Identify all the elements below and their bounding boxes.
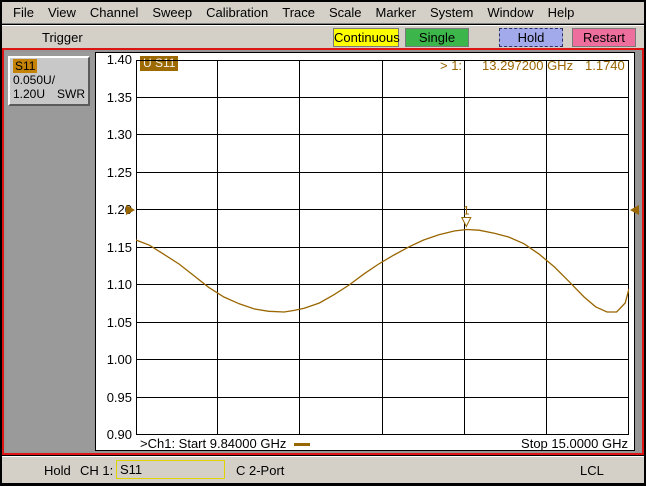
measurement-indicator: S11 [120,462,143,477]
start-frequency-text: >Ch1: Start 9.84000 GHz [140,436,287,451]
trace-sidebar: S11 0.050U/ 1.20U SWR [6,52,94,451]
menu-item-trace[interactable]: Trace [275,3,322,22]
channel-start-readout: >Ch1: Start 9.84000 GHz [140,436,311,451]
swr-trace-chart: 1 [136,60,629,435]
marker-triangle-icon[interactable] [461,217,472,228]
main-display: S11 0.050U/ 1.20U SWR 1.40 1.35 1.30 1.25 1.… [2,48,644,455]
vna-application-window: { "menu_items": ["File", "View", "Channe… [0,0,646,486]
channel-indicator: CH 1: [80,463,114,478]
menu-item-help[interactable]: Help [541,3,582,22]
y-tick-label: 1.00 [106,352,132,367]
menu-item-sweep[interactable]: Sweep [145,3,199,22]
trace-color-key-icon [294,443,311,446]
calibration-status-indicator: C 2-Port [236,463,285,478]
marker-number-label: 1 [463,204,470,218]
restart-button[interactable]: Restart [572,28,636,47]
menu-item-window[interactable]: Window [480,3,540,22]
trigger-toolbar-label: Trigger [42,30,83,45]
trace-scale-per-div: 0.050U/ [13,73,56,87]
reference-level-arrow-left [126,205,135,215]
y-tick-label: 1.40 [106,52,132,67]
reference-level-arrow-right [630,205,639,215]
plot-panel: 1.40 1.35 1.30 1.25 1.20 1.15 1.10 1.05 1.00 0.95… [95,52,639,451]
measurement-indicator-box: S11 [116,460,225,479]
y-tick-label: 1.15 [106,239,132,255]
y-tick-label: 1.25 [106,164,132,180]
menu-item-view[interactable]: View [41,3,83,22]
y-tick-label: 1.30 [106,127,132,142]
menu-item-file[interactable]: File [6,3,41,22]
stop-frequency-readout: Stop 15.0000 GHz [521,436,628,451]
menu-item-system[interactable]: System [423,3,480,22]
menu-bar: File View Channel Sweep Calibration Trace Scal… [2,2,644,24]
trace-name-badge: S11 [13,59,38,73]
trace-format: SWR [57,87,85,101]
y-tick-label: 1.05 [106,314,132,330]
menu-item-scale[interactable]: Scale [322,3,369,22]
local-remote-indicator: LCL [580,463,604,478]
menu-item-marker[interactable]: Marker [369,3,423,22]
menu-item-channel[interactable]: Channel [83,3,145,22]
trigger-state-indicator: Hold [44,463,71,478]
single-button[interactable]: Single [405,28,469,47]
hold-button[interactable]: Hold [499,28,563,47]
y-tick-label: 0.95 [106,389,132,405]
trace-reference-value: 1.20U [13,87,46,101]
y-tick-label: 1.35 [106,89,132,105]
trace-properties-panel[interactable]: S11 0.050U/ 1.20U SWR [8,56,90,106]
continuous-button[interactable]: Continuous [333,28,400,47]
menu-item-calibration[interactable]: Calibration [199,3,275,22]
trigger-toolbar: Trigger Continuous Single Hold Restart [2,25,644,48]
y-tick-label: 1.10 [106,277,132,292]
y-tick-label: 0.90 [106,427,132,442]
status-bar: Hold CH 1: S11 C 2-Port LCL [2,456,644,483]
